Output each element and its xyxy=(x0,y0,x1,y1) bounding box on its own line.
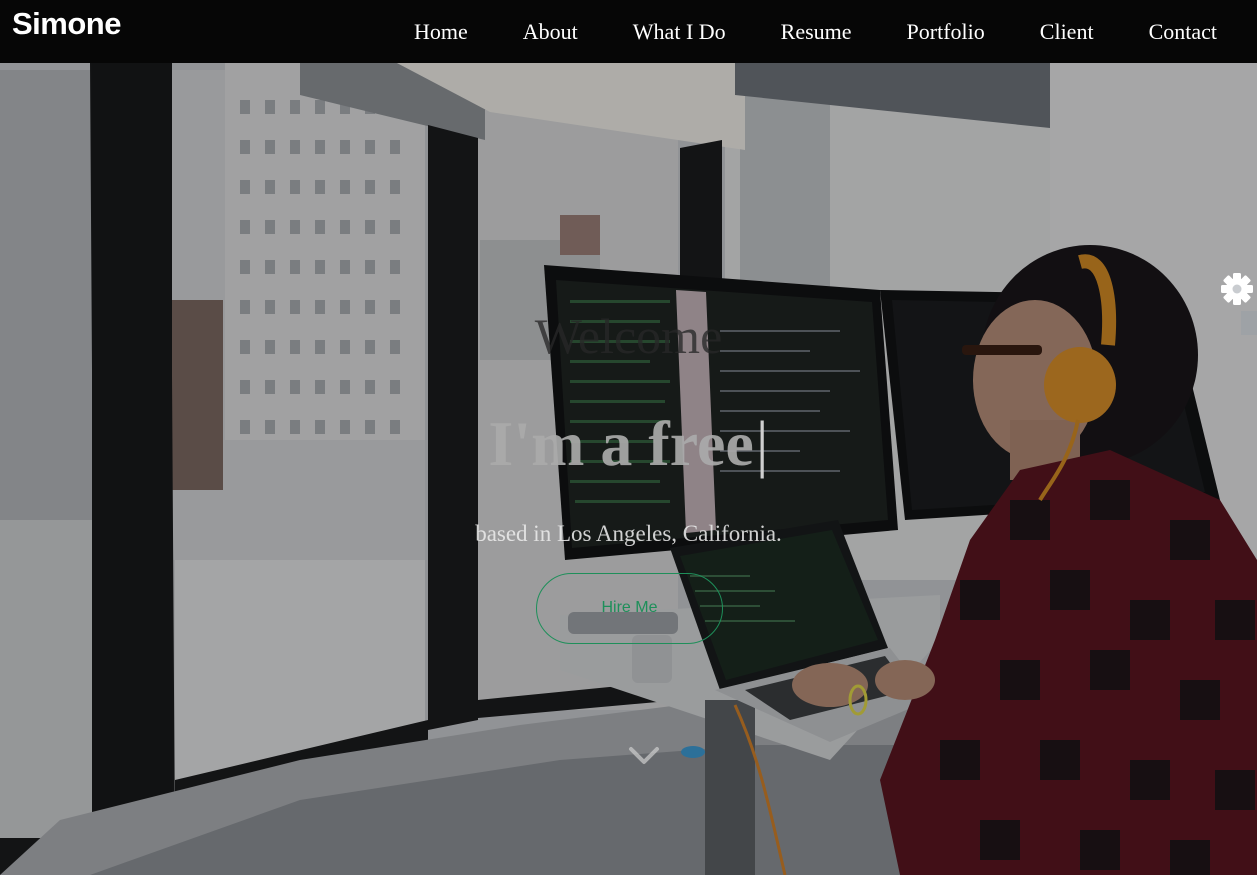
nav-item-what-i-do: What I Do xyxy=(619,19,740,45)
nav-item-about: About xyxy=(509,19,592,45)
hero-typed-text: I'm a free xyxy=(488,408,754,479)
hero-headline: I'm a free| xyxy=(0,408,1257,480)
nav-item-home: Home xyxy=(400,19,482,45)
hero-location-text: based in Los Angeles, California. xyxy=(475,521,782,546)
nav-link-what-i-do[interactable]: What I Do xyxy=(619,19,740,45)
settings-panel-handle[interactable] xyxy=(1241,311,1257,335)
typing-caret: | xyxy=(755,408,769,479)
nav-link-contact[interactable]: Contact xyxy=(1135,19,1231,45)
hero-welcome-text: Welcome xyxy=(534,308,723,364)
nav-link-home[interactable]: Home xyxy=(400,19,482,45)
nav-item-portfolio: Portfolio xyxy=(893,19,999,45)
gear-icon[interactable] xyxy=(1215,266,1257,312)
hire-me-button[interactable]: Hire Me xyxy=(536,573,723,644)
nav-menu: Home About What I Do Resume Portfolio Cl… xyxy=(373,0,1231,63)
navbar: Simone Home About What I Do Resume Portf… xyxy=(0,0,1257,63)
nav-item-client: Client xyxy=(1026,19,1108,45)
chevron-down-icon[interactable] xyxy=(627,742,661,770)
nav-link-resume[interactable]: Resume xyxy=(767,19,866,45)
nav-link-portfolio[interactable]: Portfolio xyxy=(893,19,999,45)
nav-link-about[interactable]: About xyxy=(509,19,592,45)
nav-item-contact: Contact xyxy=(1135,19,1231,45)
nav-item-resume: Resume xyxy=(767,19,866,45)
nav-link-client[interactable]: Client xyxy=(1026,19,1108,45)
brand-logo[interactable]: Simone xyxy=(12,6,121,42)
page: Simone Home About What I Do Resume Portf… xyxy=(0,0,1257,875)
hero-section: Welcome I'm a free| based in Los Angeles… xyxy=(0,0,1257,875)
